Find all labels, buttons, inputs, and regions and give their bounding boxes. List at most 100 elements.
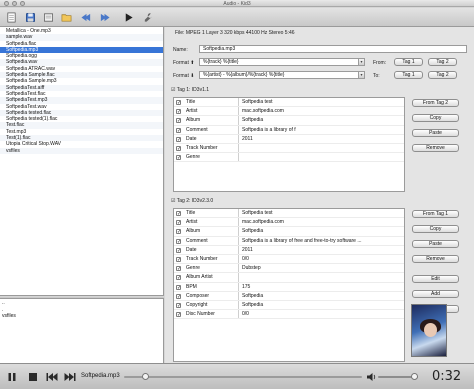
progress-knob[interactable] xyxy=(142,373,150,380)
field-checkbox[interactable]: ✓ xyxy=(176,136,181,142)
field-checkbox[interactable]: ✓ xyxy=(176,100,181,106)
tag-field-value[interactable]: 175 xyxy=(242,283,402,292)
tag-field-value[interactable]: Softpedia xyxy=(242,292,402,301)
tag-row[interactable]: ✓ Comment Softpedia is a library of f xyxy=(174,125,404,135)
tag1-copy-button[interactable]: Copy xyxy=(412,114,459,122)
folder-icon[interactable] xyxy=(60,11,73,24)
tag-row[interactable]: ✓ Genre xyxy=(174,153,404,163)
tag-row[interactable]: ✓ BPM 175 xyxy=(174,282,404,292)
file-list-item[interactable]: vsfiles xyxy=(0,147,163,154)
to-label: To: xyxy=(373,73,380,79)
field-checkbox[interactable]: ✓ xyxy=(176,229,181,235)
tag-row[interactable]: ✓ Track Number xyxy=(174,143,404,154)
field-checkbox[interactable]: ✓ xyxy=(176,155,181,161)
field-checkbox[interactable]: ✓ xyxy=(176,275,181,281)
field-checkbox[interactable]: ✓ xyxy=(176,256,181,262)
field-checkbox[interactable]: ✓ xyxy=(176,118,181,124)
tag-field-value[interactable]: Softpedia xyxy=(242,116,402,125)
tag-field-value[interactable]: 2011 xyxy=(242,246,402,255)
folder-list-item[interactable]: vsfiles xyxy=(0,313,163,320)
save-icon[interactable] xyxy=(24,11,37,24)
field-checkbox[interactable]: ✓ xyxy=(176,238,181,244)
tag-row[interactable]: ✓ Title Softpedia test xyxy=(174,98,404,108)
tag-row[interactable]: ✓ Date 2011 xyxy=(174,134,404,144)
format-tag-to-file-select[interactable]: %{track} %{title} ▾ xyxy=(199,58,365,66)
tag1-heading[interactable]: ☑ Tag 1: ID3v1.1 xyxy=(171,87,209,93)
tag-field-value[interactable]: Softpedia is a library of f xyxy=(242,126,402,135)
field-checkbox[interactable]: ✓ xyxy=(176,247,181,253)
play-icon[interactable] xyxy=(122,11,135,24)
tag2-heading[interactable]: ☑ Tag 2: ID3v2.3.0 xyxy=(171,198,213,204)
tag-field-name: Track Number xyxy=(186,255,218,262)
tag2-remove-button[interactable]: Remove xyxy=(412,255,459,263)
format-file-to-tag-select[interactable]: %{artist} - %{album}/%{track} %{title} ▾ xyxy=(199,71,365,79)
field-checkbox[interactable]: ✓ xyxy=(176,211,181,217)
tag-row[interactable]: ✓ Comment Softpedia is a library of free a… xyxy=(174,236,404,246)
tag-field-value[interactable]: mac.softpedia.com xyxy=(242,107,402,116)
field-checkbox[interactable]: ✓ xyxy=(176,127,181,133)
tag2-edit-button[interactable]: Edit xyxy=(412,275,459,283)
tag1-paste-button[interactable]: Paste xyxy=(412,129,459,137)
tag1-from-tag-2-button[interactable]: From Tag 2 xyxy=(412,99,459,107)
previous-icon[interactable] xyxy=(80,11,93,24)
tag-field-value[interactable]: 0/0 xyxy=(242,255,402,264)
tag-field-value[interactable]: Softpedia test xyxy=(242,209,402,218)
format-to-tag1-button[interactable]: Tag 1 xyxy=(394,71,423,79)
tag-field-value[interactable]: Dubstep xyxy=(242,264,402,273)
next-track-button[interactable] xyxy=(63,371,77,383)
tag-row[interactable]: ✓ Title Softpedia test xyxy=(174,209,404,219)
tag-row[interactable]: ✓ Disc Number 0/0 xyxy=(174,310,404,320)
tag2-paste-button[interactable]: Paste xyxy=(412,240,459,248)
field-checkbox[interactable]: ✓ xyxy=(176,109,181,115)
tag-row[interactable]: ✓ Album Softpedia xyxy=(174,116,404,126)
tag2-table[interactable]: ✓ Title Softpedia test ✓ Artist mac.softpedia… xyxy=(173,208,405,362)
tag-row[interactable]: ✓ Album Artist xyxy=(174,273,404,283)
tag-field-value[interactable]: Softpedia is a library of free and free-… xyxy=(242,237,402,246)
tag-field-value[interactable]: Softpedia xyxy=(242,301,402,310)
tag1-table[interactable]: ✓ Title Softpedia test ✓ Artist mac.softpedia… xyxy=(173,97,405,192)
tag-field-value[interactable]: Softpedia xyxy=(242,227,402,236)
settings-icon[interactable] xyxy=(142,11,155,24)
cover-art-image[interactable] xyxy=(411,304,447,357)
field-checkbox[interactable]: ✓ xyxy=(176,266,181,272)
tag-field-value[interactable]: 0/0 xyxy=(242,310,402,319)
field-checkbox[interactable]: ✓ xyxy=(176,145,181,151)
tag-row[interactable]: ✓ Genre Dubstep xyxy=(174,264,404,274)
name-input[interactable]: Softpedia.mp3 xyxy=(199,45,467,53)
field-checkbox[interactable]: ✓ xyxy=(176,302,181,308)
column-divider xyxy=(238,310,239,319)
volume-knob[interactable] xyxy=(411,373,418,380)
tag-row[interactable]: ✓ Album Softpedia xyxy=(174,227,404,237)
pause-button[interactable] xyxy=(6,371,18,383)
revert-icon[interactable] xyxy=(42,11,55,24)
tag1-remove-button[interactable]: Remove xyxy=(412,144,459,152)
tag2-from-tag-1-button[interactable]: From Tag 1 xyxy=(412,210,459,218)
format-to-tag2-button[interactable]: Tag 2 xyxy=(428,71,457,79)
progress-slider[interactable] xyxy=(124,373,362,380)
volume-slider[interactable] xyxy=(378,373,418,380)
tag-row[interactable]: ✓ Artist mac.softpedia.com xyxy=(174,107,404,117)
file-list[interactable]: Metallica - One.mp3 sample.wav Softpedia.f… xyxy=(0,27,164,295)
format-from-tag1-button[interactable]: Tag 1 xyxy=(394,58,423,66)
format-from-tag2-button[interactable]: Tag 2 xyxy=(428,58,457,66)
tag2-add-button[interactable]: Add xyxy=(412,290,459,298)
tag-field-value[interactable]: Softpedia test xyxy=(242,98,402,107)
tag-field-value[interactable]: 2011 xyxy=(242,135,402,144)
tag-row[interactable]: ✓ Date 2011 xyxy=(174,245,404,255)
field-checkbox[interactable]: ✓ xyxy=(176,220,181,226)
field-checkbox[interactable]: ✓ xyxy=(176,284,181,290)
stop-button[interactable] xyxy=(27,371,39,383)
tag-row[interactable]: ✓ Artist mac.softpedia.com xyxy=(174,218,404,228)
folder-list[interactable]: ... vsfiles xyxy=(0,299,164,363)
field-checkbox[interactable]: ✓ xyxy=(176,293,181,299)
tag-field-value[interactable]: mac.softpedia.com xyxy=(242,218,402,227)
field-checkbox[interactable]: ✓ xyxy=(176,312,181,318)
tag-row[interactable]: ✓ Track Number 0/0 xyxy=(174,254,404,265)
tag2-copy-button[interactable]: Copy xyxy=(412,225,459,233)
next-icon[interactable] xyxy=(98,11,111,24)
previous-track-button[interactable] xyxy=(45,371,59,383)
open-icon[interactable] xyxy=(5,11,18,24)
file-info: File: MPEG 1 Layer 3 320 kbps 44100 Hz S… xyxy=(175,30,295,36)
tag-row[interactable]: ✓ Copyright Softpedia xyxy=(174,300,404,311)
tag-row[interactable]: ✓ Composer Softpedia xyxy=(174,291,404,301)
